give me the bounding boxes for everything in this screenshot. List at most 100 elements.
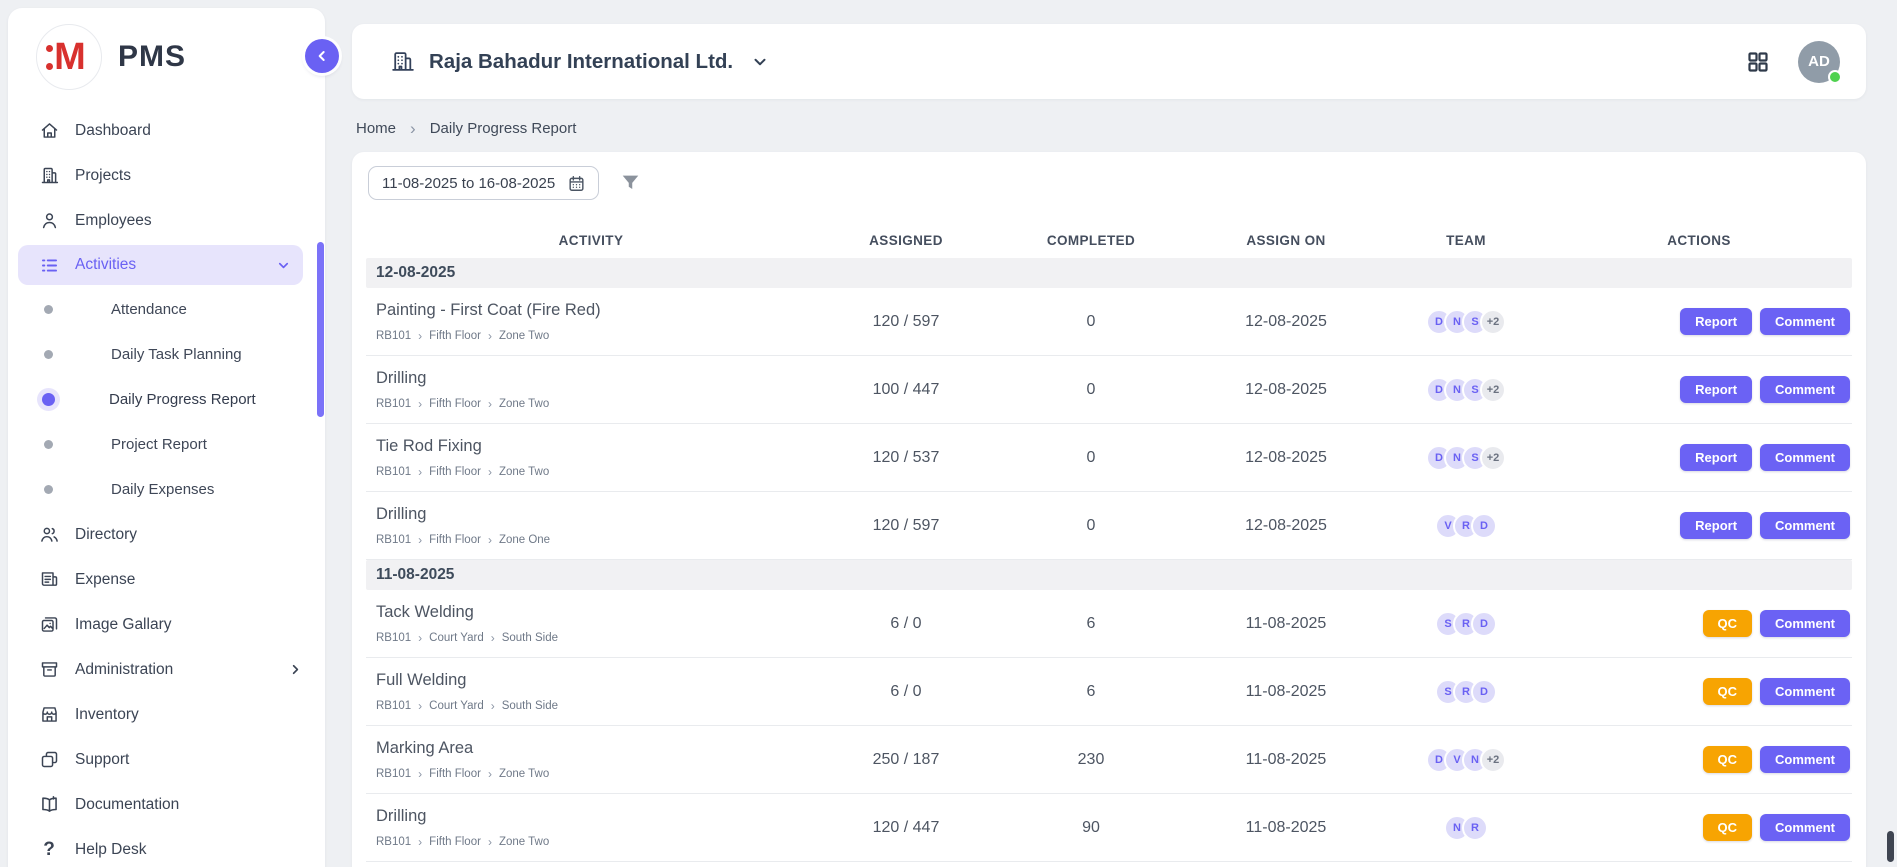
column-header-activity: Activity	[366, 233, 816, 248]
chevron-right-icon: ›	[488, 465, 492, 479]
chevron-right-icon: ›	[488, 329, 492, 343]
sidebar-item-directory[interactable]: Directory	[8, 512, 325, 557]
sidebar-item-administration[interactable]: Administration	[8, 647, 325, 692]
comment-button[interactable]: Comment	[1760, 444, 1850, 471]
apps-grid-button[interactable]	[1746, 50, 1770, 74]
chevron-right-icon: ›	[418, 465, 422, 479]
report-button[interactable]: Report	[1680, 376, 1752, 403]
breadcrumb-home[interactable]: Home	[356, 120, 396, 137]
team-cell: DVN+2	[1386, 747, 1546, 773]
activity-cell: Marking AreaRB101›Fifth Floor›Zone Two	[366, 739, 816, 781]
comment-button[interactable]: Comment	[1760, 308, 1850, 335]
user-avatar[interactable]: AD	[1798, 41, 1840, 83]
chevron-right-icon: ›	[418, 835, 422, 849]
path-segment: RB101	[376, 534, 411, 546]
path-segment: Zone Two	[499, 330, 549, 342]
assign-on-cell: 11-08-2025	[1186, 751, 1386, 769]
bullet-icon	[44, 350, 53, 359]
sidebar-item-dashboard[interactable]: Dashboard	[8, 108, 325, 153]
table-row: DrillingRB101›Fifth Floor›Zone Two100 / …	[366, 356, 1852, 424]
sidebar-scrollbar-thumb[interactable]	[317, 242, 324, 417]
actions-cell: QC Comment	[1546, 678, 1852, 705]
completed-cell: 6	[996, 615, 1186, 633]
sidebar-item-expense[interactable]: Expense	[8, 557, 325, 602]
filter-button[interactable]	[619, 172, 642, 194]
app-title: PMS	[118, 40, 186, 74]
sidebar-item-documentation[interactable]: Documentation	[8, 782, 325, 827]
team-avatar: D	[1471, 679, 1497, 705]
comment-button[interactable]: Comment	[1760, 512, 1850, 539]
sidebar-item-label: Documentation	[75, 796, 303, 814]
activity-path: RB101›Court Yard›South Side	[376, 699, 816, 713]
page-scrollbar-thumb[interactable]	[1887, 831, 1894, 862]
comment-button[interactable]: Comment	[1760, 610, 1850, 637]
path-segment: Zone Two	[499, 398, 549, 410]
report-button[interactable]: Report	[1680, 444, 1752, 471]
table-row: Painting - First Coat (Fire Red)RB101›Fi…	[366, 288, 1852, 356]
team-cell: DNS+2	[1386, 309, 1546, 335]
comment-button[interactable]: Comment	[1760, 746, 1850, 773]
qc-button[interactable]: QC	[1703, 610, 1753, 637]
sidebar-item-activities[interactable]: Activities	[18, 245, 303, 285]
sidebar-item-label: Administration	[75, 661, 288, 679]
actions-cell: Report Comment	[1546, 444, 1852, 471]
sidebar-item-attendance[interactable]: Attendance	[8, 287, 325, 332]
assigned-cell: 6 / 0	[816, 683, 996, 701]
comment-button[interactable]: Comment	[1760, 376, 1850, 403]
comment-button[interactable]: Comment	[1760, 814, 1850, 841]
chevron-right-icon: ›	[491, 699, 495, 713]
path-segment: Fifth Floor	[429, 398, 481, 410]
sidebar-item-inventory[interactable]: Inventory	[8, 692, 325, 737]
path-segment: South Side	[502, 700, 558, 712]
chevron-right-icon: ›	[418, 397, 422, 411]
activity-cell: Painting - First Coat (Fire Red)RB101›Fi…	[366, 301, 816, 343]
date-group-label: 12-08-2025	[376, 264, 455, 282]
qc-button[interactable]: QC	[1703, 678, 1753, 705]
qc-button[interactable]: QC	[1703, 814, 1753, 841]
activity-path: RB101›Fifth Floor›Zone Two	[376, 465, 816, 479]
sidebar-item-help-desk[interactable]: ?Help Desk	[8, 827, 325, 867]
sidebar-item-employees[interactable]: Employees	[8, 198, 325, 243]
completed-cell: 0	[996, 381, 1186, 399]
activity-cell: Tie Rod FixingRB101›Fifth Floor›Zone Two	[366, 437, 816, 479]
logo-m-letter: M	[54, 36, 84, 79]
assign-on-cell: 11-08-2025	[1186, 615, 1386, 633]
team-cell: SRD	[1386, 611, 1546, 637]
sidebar-item-project-report[interactable]: Project Report	[8, 422, 325, 467]
path-segment: RB101	[376, 768, 411, 780]
company-selector[interactable]: Raja Bahadur International Ltd.	[390, 49, 769, 74]
date-range-input[interactable]: 11-08-2025 to 16-08-2025	[368, 166, 599, 200]
activity-path: RB101›Fifth Floor›Zone One	[376, 533, 816, 547]
team-cell: VRD	[1386, 513, 1546, 539]
chevron-right-icon: ›	[418, 767, 422, 781]
chevron-down-icon	[276, 258, 291, 273]
activity-title: Drilling	[376, 369, 816, 388]
sidebar-item-support[interactable]: Support	[8, 737, 325, 782]
path-segment: RB101	[376, 466, 411, 478]
comment-button[interactable]: Comment	[1760, 678, 1850, 705]
path-segment: Zone Two	[499, 836, 549, 848]
assigned-cell: 100 / 447	[816, 381, 996, 399]
report-button[interactable]: Report	[1680, 308, 1752, 335]
completed-cell: 0	[996, 313, 1186, 331]
sidebar-item-daily-expenses[interactable]: Daily Expenses	[8, 467, 325, 512]
qc-button[interactable]: QC	[1703, 746, 1753, 773]
path-segment: Zone Two	[499, 466, 549, 478]
assigned-cell: 120 / 537	[816, 449, 996, 467]
sidebar-item-label: Projects	[75, 167, 303, 185]
chevron-right-icon: ›	[418, 631, 422, 645]
table-row: Tie Rod FixingRB101›Fifth Floor›Zone Two…	[366, 424, 1852, 492]
activity-cell: Tack WeldingRB101›Court Yard›South Side	[366, 603, 816, 645]
sidebar-item-projects[interactable]: Projects	[8, 153, 325, 198]
sidebar-item-image-gallary[interactable]: Image Gallary	[8, 602, 325, 647]
report-button[interactable]: Report	[1680, 512, 1752, 539]
team-avatar: R	[1462, 815, 1488, 841]
actions-cell: QC Comment	[1546, 746, 1852, 773]
sidebar-item-daily-progress-report[interactable]: Daily Progress Report	[8, 377, 325, 422]
path-segment: RB101	[376, 700, 411, 712]
sidebar-collapse-button[interactable]	[305, 39, 339, 73]
sidebar-item-daily-task-planning[interactable]: Daily Task Planning	[8, 332, 325, 377]
team-extra-badge: +2	[1480, 309, 1506, 335]
copy-icon	[38, 749, 60, 771]
assigned-cell: 120 / 597	[816, 313, 996, 331]
